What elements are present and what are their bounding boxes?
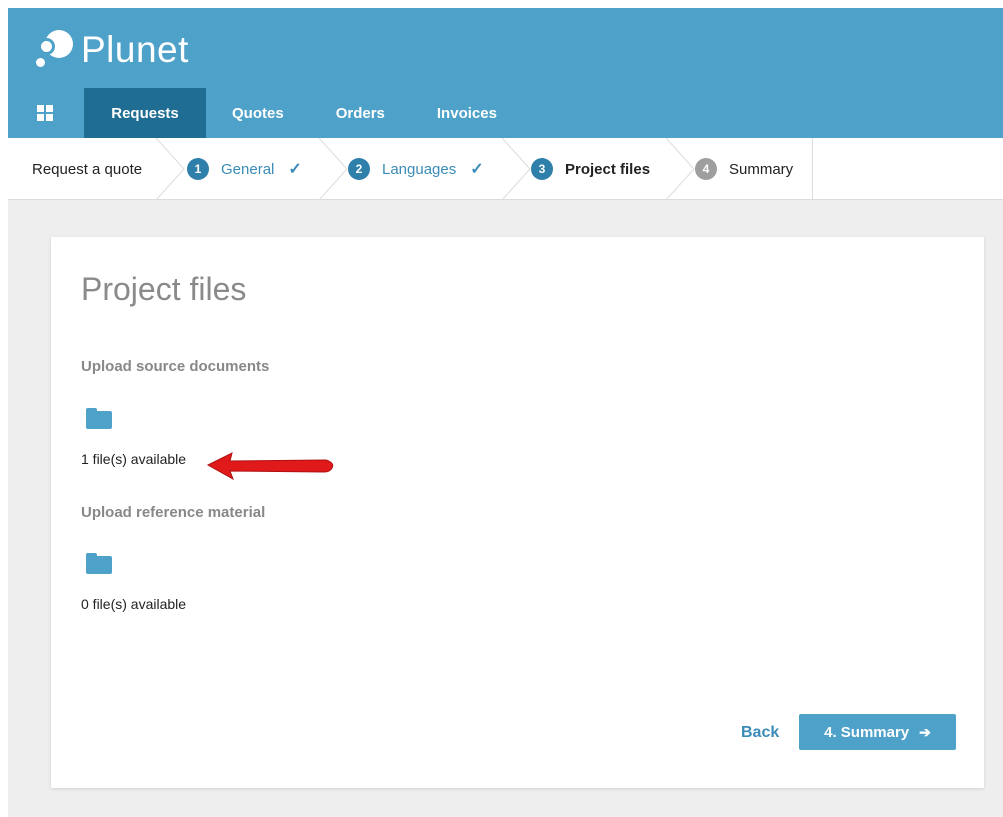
app-frame: Plunet Requests Quotes Orders Invoices R… [8, 8, 1003, 817]
reference-file-count: 0 file(s) available [81, 596, 187, 612]
source-file-count: 1 file(s) available [81, 451, 187, 467]
nav-requests[interactable]: Requests [84, 88, 206, 138]
header: Plunet Requests Quotes Orders Invoices [8, 8, 1003, 138]
step-project-files[interactable]: 3 Project files [531, 138, 650, 200]
folder-icon[interactable] [86, 553, 112, 574]
step-number: 2 [348, 158, 370, 180]
checkmark-icon: ✓ [288, 161, 302, 178]
step-label: Project files [565, 160, 651, 178]
red-arrow-annotation [206, 452, 334, 481]
nav-quotes[interactable]: Quotes [206, 88, 310, 138]
step-separator [502, 138, 531, 200]
step-number: 1 [187, 158, 209, 180]
step-label: General [221, 160, 275, 178]
page-title: Project files [81, 271, 247, 307]
step-general[interactable]: 1 General ✓ [187, 138, 302, 200]
back-button[interactable]: Back [741, 724, 779, 742]
step-separator [156, 138, 185, 200]
plunet-logo[interactable]: Plunet [35, 28, 189, 72]
main-nav: Requests Quotes Orders Invoices [8, 88, 523, 138]
step-number: 3 [531, 158, 553, 180]
step-divider [812, 138, 813, 200]
apps-menu-button[interactable] [8, 88, 84, 138]
breadcrumb-root-label: Request a quote [32, 160, 143, 178]
summary-button-label: 4. Summary [824, 723, 910, 741]
folder-icon[interactable] [86, 408, 112, 429]
step-separator [319, 138, 348, 200]
wizard-steps: Request a quote 1 General ✓ 2 Languages … [8, 138, 1003, 200]
source-documents-label: Upload source documents [81, 358, 270, 375]
plunet-logo-icon [35, 28, 81, 72]
app-name: Plunet [81, 29, 189, 70]
arrow-right-icon: ➔ [919, 723, 931, 740]
checkmark-icon: ✓ [470, 161, 484, 178]
summary-next-button[interactable]: 4. Summary ➔ [799, 714, 956, 750]
step-label: Languages [382, 160, 457, 178]
grid-icon [37, 105, 53, 121]
nav-invoices[interactable]: Invoices [411, 88, 523, 138]
step-summary[interactable]: 4 Summary [695, 138, 793, 200]
nav-orders[interactable]: Orders [310, 88, 411, 138]
step-languages[interactable]: 2 Languages ✓ [348, 138, 484, 200]
reference-material-label: Upload reference material [81, 504, 266, 521]
project-files-card: Project files Upload source documents 1 … [51, 237, 984, 788]
breadcrumb-root: Request a quote [32, 138, 142, 200]
step-number: 4 [695, 158, 717, 180]
step-label: Summary [729, 160, 794, 178]
step-separator [666, 138, 695, 200]
